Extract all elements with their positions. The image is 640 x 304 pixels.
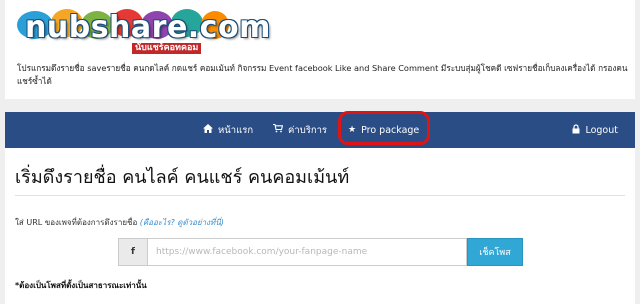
nav-service-label: ค่าบริการ: [288, 124, 328, 136]
facebook-icon: f: [118, 238, 148, 266]
site-header: nubshare.com นับแชร์คอทคอม โปรแกรมดึงราย…: [5, 0, 635, 99]
page-title: เริ่มดึงรายชื่อ คนไลค์ คนแชร์ คนคอมเม้นท…: [15, 167, 350, 188]
lock-icon: [572, 123, 580, 137]
nav-home-label: หน้าแรก: [218, 124, 254, 136]
title-divider: [15, 195, 625, 196]
url-help-link[interactable]: (คืออะไร? ดูตัวอย่างที่นี่): [140, 218, 224, 227]
nav-service[interactable]: ค่าบริการ: [273, 112, 327, 148]
fanpage-url-input[interactable]: [147, 238, 467, 266]
site-description: โปรแกรมดึงรายชื่อ saveรายชื่อ คนกดไลค์ ก…: [17, 63, 628, 86]
main-navbar: หน้าแรก ค่าบริการ ★ Pro package Logout: [5, 112, 635, 148]
logo-text: nubshare.com: [25, 10, 271, 45]
url-label-text: ใส่ URL ของเพจที่ต้องการดึงรายชื่อ: [15, 218, 140, 227]
logo-subtitle: นับแชร์คอทคอม: [132, 43, 202, 54]
nav-logout[interactable]: Logout: [572, 112, 618, 148]
cart-icon: [273, 123, 284, 136]
check-post-button[interactable]: เช็คโพส: [467, 238, 523, 266]
site-logo[interactable]: nubshare.com นับแชร์คอทคอม: [15, 5, 270, 54]
main-content: เริ่มดึงรายชื่อ คนไลค์ คนแชร์ คนคอมเม้นท…: [5, 148, 635, 304]
home-icon: [203, 124, 213, 136]
pro-package-highlight: [338, 111, 430, 145]
public-post-note: *ต้องเป็นโพสที่ตั้งเป็นสาธารณะเท่านั้น: [15, 281, 147, 290]
nav-home[interactable]: หน้าแรก: [203, 112, 253, 148]
nav-logout-label: Logout: [585, 124, 618, 136]
url-label: ใส่ URL ของเพจที่ต้องการดึงรายชื่อ (คืออ…: [15, 216, 224, 229]
